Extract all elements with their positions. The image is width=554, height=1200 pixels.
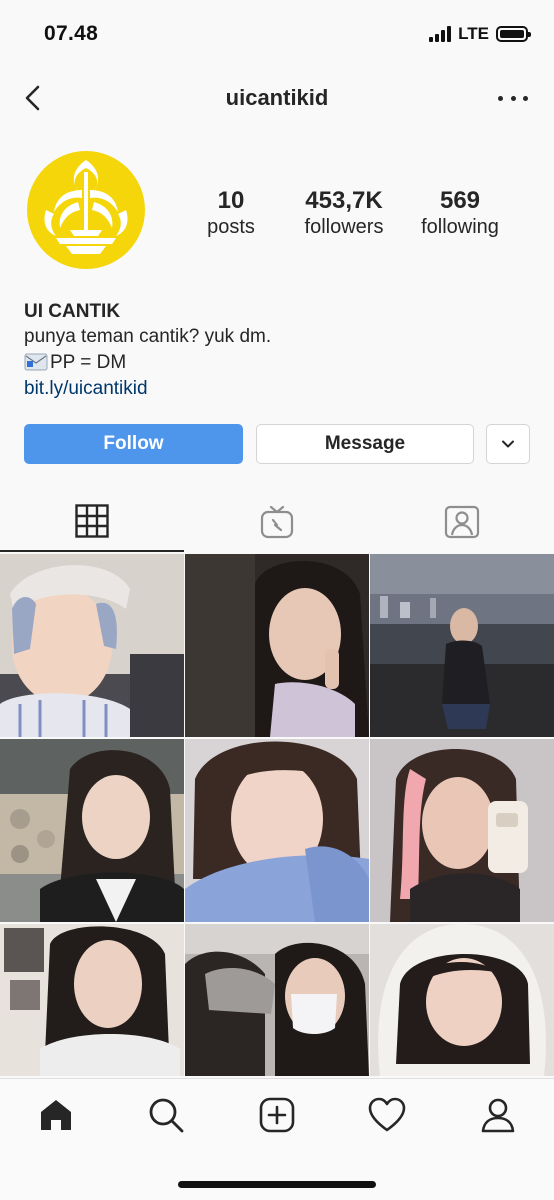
post-thumbnail bbox=[0, 739, 184, 922]
posts-count[interactable]: 10 posts bbox=[194, 187, 268, 239]
profile-bio: UI CANTIK punya teman cantik? yuk dm. PP… bbox=[24, 300, 524, 402]
nav-activity[interactable] bbox=[367, 1095, 407, 1135]
post-thumbnail bbox=[0, 924, 184, 1076]
stat-label: posts bbox=[207, 216, 255, 239]
stat-label: followers bbox=[304, 216, 384, 239]
post-thumbnail bbox=[370, 739, 554, 922]
battery-icon bbox=[496, 26, 531, 42]
home-indicator[interactable] bbox=[178, 1181, 376, 1188]
profile-display-name: UI CANTIK bbox=[24, 301, 121, 322]
bio-link[interactable]: bit.ly/uicantikid bbox=[24, 376, 524, 402]
grid-post-4[interactable] bbox=[0, 739, 184, 922]
more-horizontal-icon bbox=[498, 95, 503, 101]
nav-bar: uicantikid bbox=[0, 70, 554, 126]
tab-tagged[interactable] bbox=[369, 492, 554, 552]
grid-post-6[interactable] bbox=[370, 739, 554, 922]
tab-posts-grid[interactable] bbox=[0, 492, 184, 552]
followers-count[interactable]: 453,7K followers bbox=[295, 187, 393, 239]
post-thumbnail bbox=[185, 554, 369, 737]
add-post-icon bbox=[259, 1097, 295, 1133]
search-icon bbox=[149, 1098, 184, 1133]
signal-icon bbox=[429, 26, 452, 42]
grid-post-5[interactable] bbox=[185, 739, 369, 922]
nav-profile[interactable] bbox=[478, 1095, 518, 1135]
follow-button[interactable]: Follow bbox=[24, 424, 243, 464]
bottom-nav bbox=[0, 1078, 554, 1200]
grid-icon bbox=[75, 504, 109, 538]
status-bar: 07.48 LTE bbox=[0, 0, 554, 70]
profile-tabs bbox=[0, 492, 554, 552]
bio-text-line-2: PP = DM bbox=[50, 352, 127, 373]
posts-grid bbox=[0, 554, 554, 1076]
nav-add-post[interactable] bbox=[257, 1095, 297, 1135]
stat-value: 10 bbox=[217, 187, 245, 214]
bio-text-line-1: punya teman cantik? yuk dm. bbox=[24, 326, 272, 347]
grid-post-2[interactable] bbox=[185, 554, 369, 737]
following-count[interactable]: 569 following bbox=[410, 187, 510, 239]
stat-value: 569 bbox=[439, 187, 481, 214]
network-type: LTE bbox=[458, 24, 489, 43]
post-thumbnail bbox=[185, 739, 369, 922]
post-thumbnail bbox=[0, 554, 184, 737]
profile-icon bbox=[481, 1098, 515, 1133]
ui-logo-avatar bbox=[27, 151, 145, 269]
nav-home[interactable] bbox=[36, 1095, 76, 1135]
envelope-icon bbox=[24, 353, 48, 371]
bio-text-line-2-row: PP = DM bbox=[24, 350, 524, 376]
home-icon bbox=[41, 1100, 71, 1130]
chevron-down-icon bbox=[502, 440, 514, 448]
profile-stats: 10 posts 453,7K followers 569 following bbox=[190, 187, 520, 248]
grid-post-3[interactable] bbox=[370, 554, 554, 737]
profile-actions: Follow Message bbox=[24, 424, 530, 464]
post-thumbnail bbox=[185, 924, 369, 1076]
tab-igtv[interactable] bbox=[185, 492, 369, 552]
stat-value: 453,7K bbox=[305, 187, 383, 214]
profile-username-title: uicantikid bbox=[225, 85, 329, 110]
post-thumbnail bbox=[370, 554, 554, 737]
status-time: 07.48 bbox=[44, 22, 99, 45]
igtv-icon bbox=[260, 505, 294, 539]
tagged-person-icon bbox=[444, 505, 479, 539]
more-options-button[interactable] bbox=[498, 84, 528, 112]
suggested-accounts-button[interactable] bbox=[486, 424, 530, 464]
nav-search[interactable] bbox=[146, 1095, 186, 1135]
heart-icon bbox=[368, 1097, 406, 1132]
profile-avatar[interactable] bbox=[26, 150, 146, 270]
stat-label: following bbox=[421, 216, 499, 239]
post-thumbnail bbox=[370, 924, 554, 1076]
message-button[interactable]: Message bbox=[256, 424, 474, 464]
status-indicators: LTE bbox=[429, 24, 531, 44]
grid-post-1[interactable] bbox=[0, 554, 184, 737]
